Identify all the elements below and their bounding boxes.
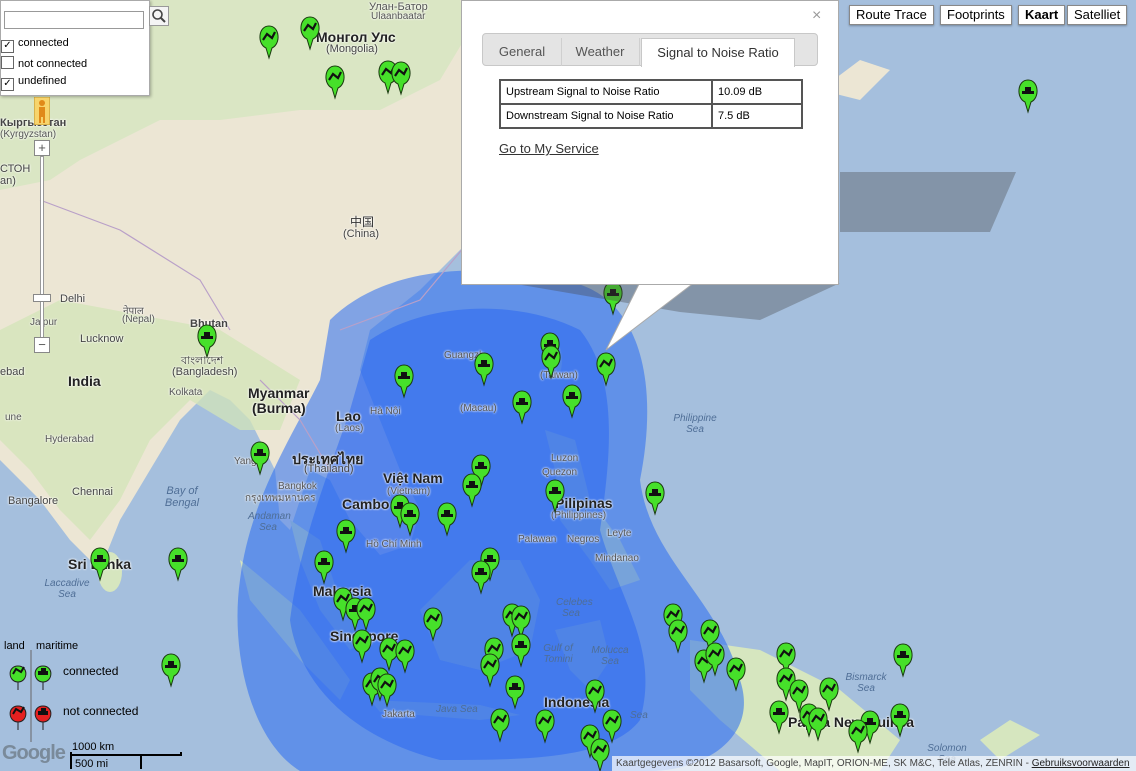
snr-upstream-label: Upstream Signal to Noise Ratio [499,79,713,105]
info-window: × General Weather Signal to Noise Ratio … [461,0,839,285]
legend: land maritime connected not connected [0,636,160,742]
close-icon[interactable]: × [812,7,821,25]
tab-signal-to-noise[interactable]: Signal to Noise Ratio [641,38,795,67]
legend-not-connected-label: not connected [63,704,139,718]
tab-weather[interactable]: Weather [561,38,640,66]
attribution-text: Kaartgegevens ©2012 Basarsoft, Google, M… [616,758,1029,769]
snr-downstream-label: Downstream Signal to Noise Ratio [499,103,713,129]
legend-connected-label: connected [63,664,119,678]
go-to-my-service-link[interactable]: Go to My Service [499,141,599,156]
table-row: Downstream Signal to Noise Ratio 7.5 dB [499,103,803,129]
snr-table: Upstream Signal to Noise Ratio 10.09 dB … [499,79,803,129]
snr-downstream-value: 7.5 dB [711,103,803,129]
legend-land-connected-icon [9,665,27,690]
terms-link[interactable]: Gebruiksvoorwaarden [1032,758,1130,769]
google-logo[interactable]: Google [2,742,66,765]
legend-maritime-connected-icon [34,665,52,690]
tab-general[interactable]: General [483,38,562,66]
scale-mi-label: 500 mi [75,758,109,770]
info-tab-bar: General Weather Signal to Noise Ratio [482,33,818,67]
legend-maritime-not-connected-icon [34,705,52,730]
snr-upstream-value: 10.09 dB [711,79,803,105]
legend-land-not-connected-icon [9,705,27,730]
map-attribution: Kaartgegevens ©2012 Basarsoft, Google, M… [612,756,1136,771]
table-row: Upstream Signal to Noise Ratio 10.09 dB [499,79,803,105]
legend-markers [9,650,52,742]
